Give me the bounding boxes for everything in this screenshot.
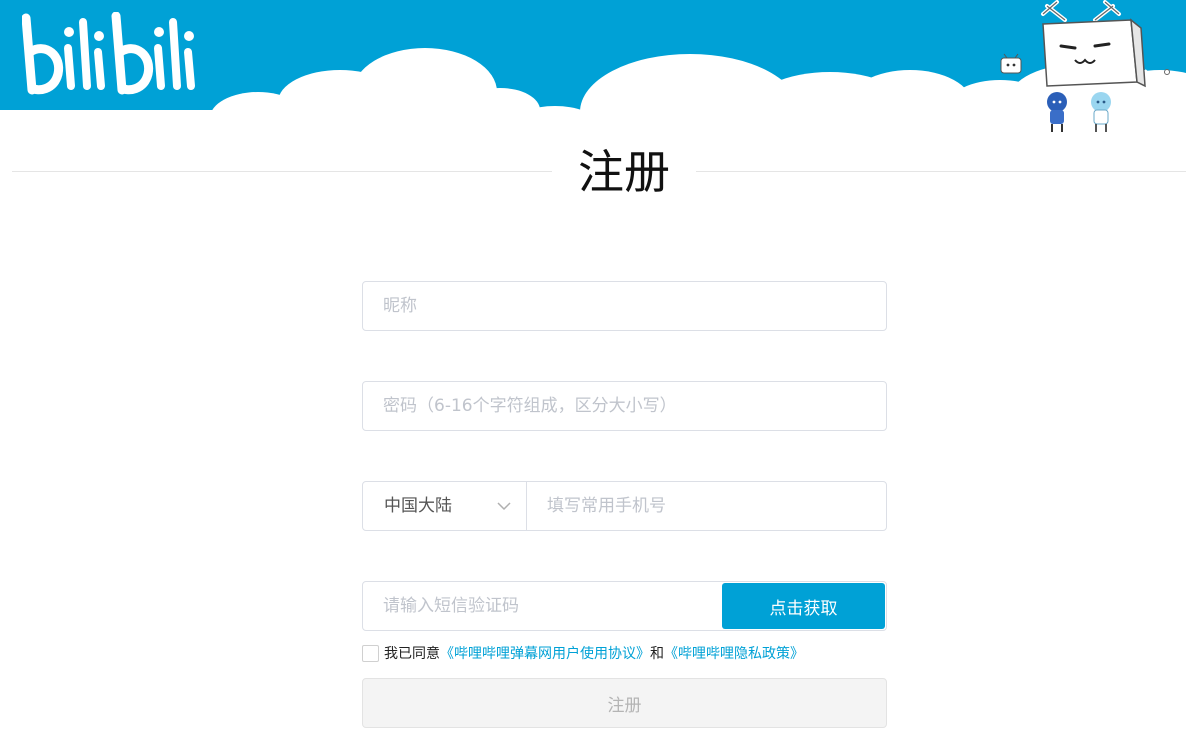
title-divider-right [696,171,1186,172]
agreement-row: 我已同意《哔哩哔哩弹幕网用户使用协议》和《哔哩哔哩隐私政策》 [362,644,962,664]
tv-mascot-icon [1000,0,1170,132]
agreement-text: 我已同意《哔哩哔哩弹幕网用户使用协议》和《哔哩哔哩隐私政策》 [384,645,804,663]
header-banner [0,0,1186,140]
agreement-conjunction: 和 [650,646,664,662]
password-field-wrapper [362,381,887,431]
password-input[interactable] [363,382,886,430]
get-sms-code-button[interactable]: 点击获取 [722,583,885,629]
register-submit-button[interactable]: 注册 [362,678,887,728]
user-agreement-link[interactable]: 《哔哩哔哩弹幕网用户使用协议》 [440,646,650,662]
privacy-policy-link[interactable]: 《哔哩哔哩隐私政策》 [664,646,804,662]
sms-code-field-wrapper: 点击获取 [362,581,887,631]
phone-input[interactable] [527,482,886,530]
sms-code-input[interactable] [363,582,721,630]
bilibili-logo-icon[interactable] [22,12,202,98]
nickname-input[interactable] [363,282,886,330]
page-title: 注册 [578,145,670,199]
title-divider-left [12,171,552,172]
title-row: 注册 [12,140,1186,204]
phone-field-wrapper: 中国大陆 [362,481,887,531]
region-select[interactable]: 中国大陆 [363,482,527,530]
agreement-prefix: 我已同意 [384,646,440,662]
chevron-down-icon [497,502,511,511]
nickname-field-wrapper [362,281,887,331]
agreement-checkbox[interactable] [362,645,379,662]
region-select-value: 中国大陆 [384,496,452,516]
